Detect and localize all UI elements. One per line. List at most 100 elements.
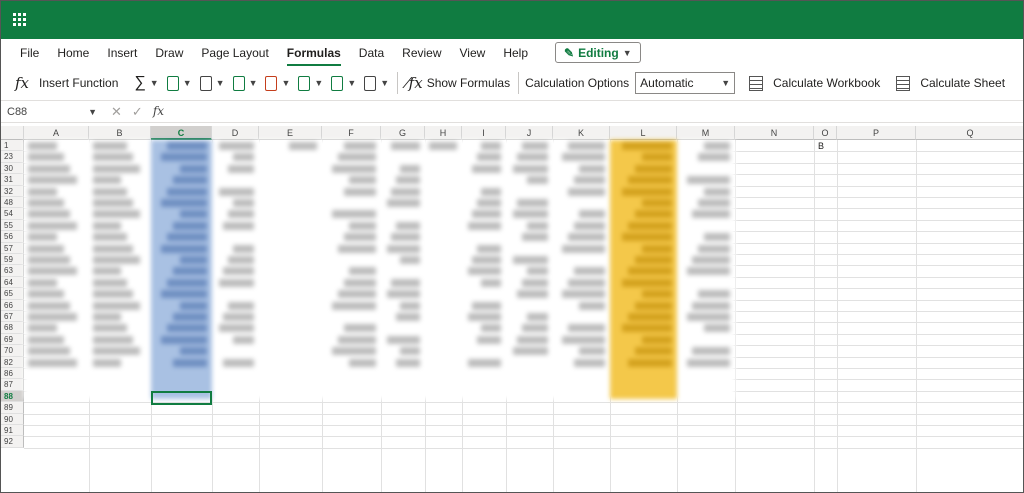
column-header-b[interactable]: B	[89, 126, 151, 140]
column-header-d[interactable]: D	[212, 126, 259, 140]
tab-file[interactable]: File	[11, 46, 48, 60]
lookup-reference-button[interactable]: ▼	[294, 75, 327, 91]
blurred-cell	[692, 210, 730, 219]
row-header-87[interactable]: 87	[1, 379, 24, 391]
calculate-workbook-button[interactable]: Calculate Workbook	[745, 75, 884, 91]
recently-used-button[interactable]: ▼	[163, 75, 196, 91]
calculation-options-label: Calculation Options	[525, 76, 630, 90]
row-header-91[interactable]: 91	[1, 425, 24, 437]
tab-insert[interactable]: Insert	[98, 46, 146, 60]
column-header-p[interactable]: P	[837, 126, 916, 140]
tab-home[interactable]: Home	[48, 46, 98, 60]
column-header-g[interactable]: G	[381, 126, 425, 140]
row-header-70[interactable]: 70	[1, 345, 24, 357]
editing-mode-button[interactable]: ✎ Editing ▼	[555, 42, 641, 63]
blurred-cell	[526, 267, 548, 276]
cancel-icon[interactable]: ✕	[111, 104, 122, 120]
column-header-h[interactable]: H	[425, 126, 462, 140]
date-time-button[interactable]: ▼	[261, 75, 294, 91]
function-icon[interactable]: fx	[153, 104, 164, 120]
select-all-corner[interactable]	[1, 126, 24, 140]
row-header-31[interactable]: 31	[1, 174, 24, 186]
row-header-65[interactable]: 65	[1, 288, 24, 300]
blurred-cell	[93, 256, 140, 264]
calculate-sheet-label: Calculate Sheet	[920, 76, 1006, 90]
spreadsheet-grid[interactable]: ABCDEFGHIJKLMNOPQ 1 23 30 31 32 48 54 55 56 57 59 6…	[1, 126, 1023, 492]
column-header-o[interactable]: O	[814, 126, 837, 140]
math-trig-icon	[331, 75, 344, 91]
blurred-cell	[512, 347, 548, 356]
show-formulas-button[interactable]: ⁄fx Show Formulas	[402, 74, 514, 92]
column-header-a[interactable]: A	[24, 126, 89, 140]
logical-button[interactable]: ▼	[196, 75, 229, 91]
row-header-59[interactable]: 59	[1, 254, 24, 266]
row-header-55[interactable]: 55	[1, 219, 24, 232]
column-header-l[interactable]: L	[610, 126, 677, 140]
tab-formulas[interactable]: Formulas	[278, 46, 350, 66]
row-header-89[interactable]: 89	[1, 402, 24, 414]
column-header-k[interactable]: K	[553, 126, 610, 140]
tab-help[interactable]: Help	[494, 46, 537, 60]
tab-review[interactable]: Review	[393, 46, 450, 60]
autosum-button[interactable]: ∑ ▼	[130, 74, 162, 92]
blurred-cell	[28, 210, 71, 219]
column-header-c[interactable]: C	[151, 126, 212, 140]
blurred-cell	[641, 290, 672, 299]
blurred-cell	[28, 187, 58, 196]
formula-input[interactable]	[174, 103, 1023, 121]
row-header-63[interactable]: 63	[1, 265, 24, 277]
row-header-69[interactable]: 69	[1, 333, 24, 346]
cell-o1[interactable]: B	[818, 141, 824, 151]
row-header-66[interactable]: 66	[1, 299, 24, 311]
tab-page-layout[interactable]: Page Layout	[192, 46, 277, 60]
blurred-cell	[621, 324, 672, 333]
text-functions-button[interactable]: ▼	[229, 75, 262, 91]
row-header-32[interactable]: 32	[1, 185, 24, 197]
row-header-23[interactable]: 23	[1, 151, 24, 163]
row-header-86[interactable]: 86	[1, 368, 24, 380]
tab-draw[interactable]: Draw	[146, 46, 192, 60]
row-header-48[interactable]: 48	[1, 197, 24, 209]
column-header-e[interactable]: E	[259, 126, 322, 140]
row-header-90[interactable]: 90	[1, 413, 24, 425]
blurred-cell	[628, 267, 672, 276]
column-header-m[interactable]: M	[677, 126, 735, 140]
row-header-30[interactable]: 30	[1, 162, 24, 175]
row-header-92[interactable]: 92	[1, 436, 24, 448]
calculation-options-select[interactable]: Automatic ▼	[635, 72, 736, 94]
calculate-sheet-button[interactable]: Calculate Sheet	[892, 75, 1009, 91]
column-header-i[interactable]: I	[462, 126, 506, 140]
more-functions-button[interactable]: ▼	[360, 75, 393, 91]
waffle-icon[interactable]	[13, 13, 27, 27]
insert-function-button[interactable]: fx Insert Function	[11, 74, 122, 92]
column-header-f[interactable]: F	[322, 126, 381, 140]
row-header-88[interactable]: 88	[1, 390, 24, 403]
row-header-1[interactable]: 1	[1, 140, 24, 152]
row-header-54[interactable]: 54	[1, 208, 24, 220]
column-header-q[interactable]: Q	[916, 126, 1023, 140]
blurred-cell	[628, 176, 672, 185]
row-header-67[interactable]: 67	[1, 311, 24, 323]
column-header-n[interactable]: N	[735, 126, 814, 140]
blurred-cell	[167, 142, 207, 150]
row-header-68[interactable]: 68	[1, 322, 24, 334]
blurred-cell	[93, 313, 121, 321]
confirm-icon[interactable]: ✓	[132, 104, 143, 120]
blurred-cell	[93, 358, 121, 367]
text-functions-icon	[232, 75, 245, 91]
blurred-cell	[562, 335, 605, 344]
row-header-57[interactable]: 57	[1, 242, 24, 254]
name-box[interactable]: C88 ▼	[3, 103, 101, 121]
blurred-cell	[28, 301, 71, 310]
blurred-cell	[635, 301, 672, 310]
column-header-j[interactable]: J	[506, 126, 553, 140]
tab-view[interactable]: View	[451, 46, 495, 60]
row-gridline	[24, 447, 1023, 449]
tab-data[interactable]: Data	[350, 46, 393, 60]
selected-cell-c88[interactable]	[151, 390, 212, 406]
row-header-64[interactable]: 64	[1, 276, 24, 289]
row-header-56[interactable]: 56	[1, 231, 24, 243]
blurred-cell	[28, 176, 77, 185]
math-trig-button[interactable]: ▼	[327, 75, 360, 91]
row-header-82[interactable]: 82	[1, 356, 24, 368]
